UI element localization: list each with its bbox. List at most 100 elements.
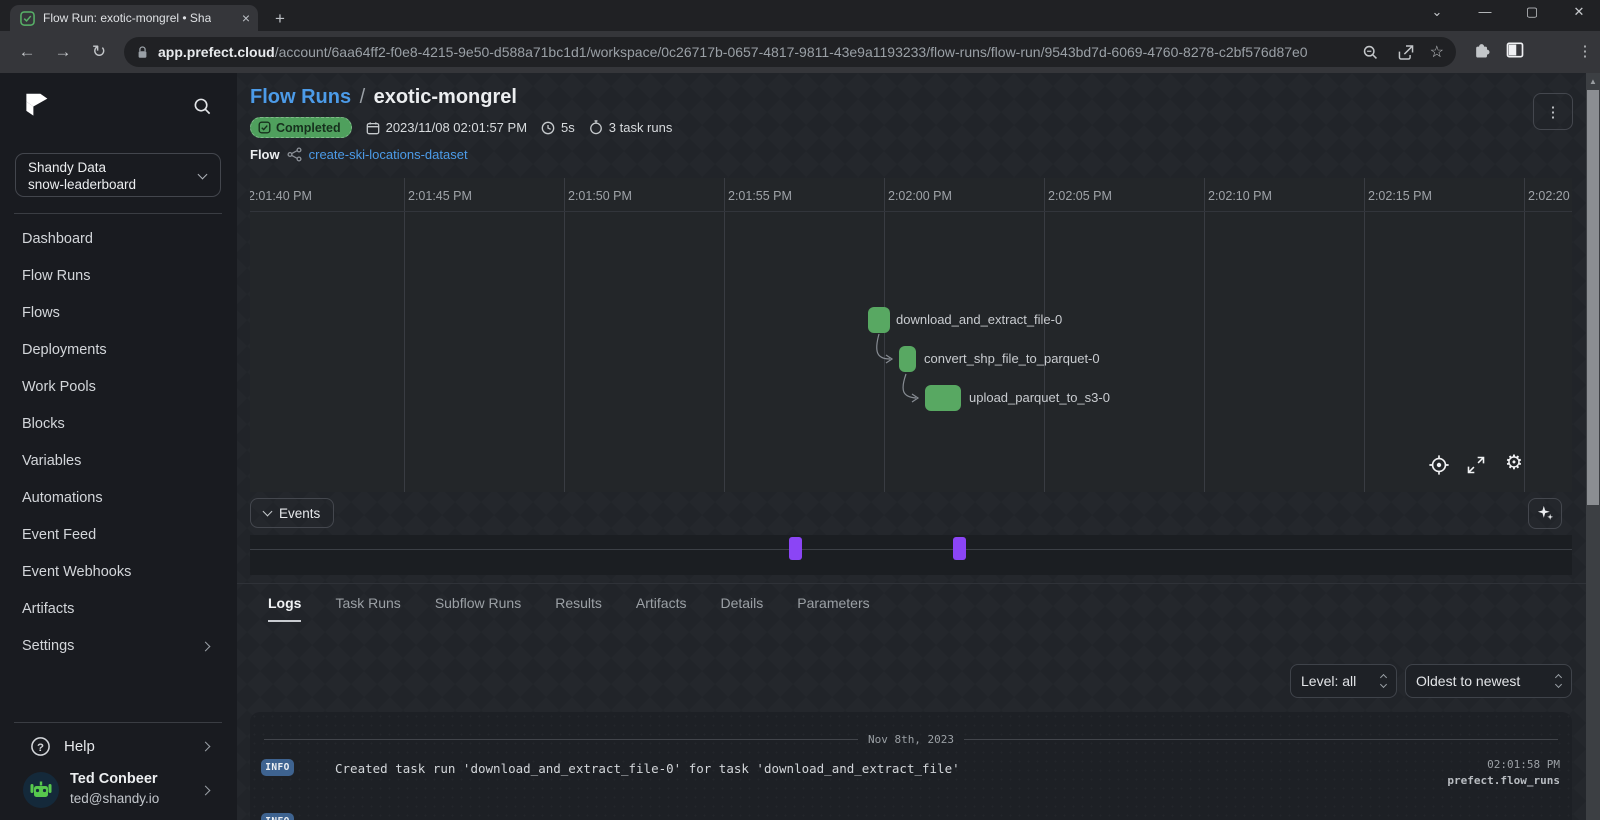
- sidebar-item-flows[interactable]: Flows: [0, 295, 237, 332]
- log-level-badge: INFO: [261, 759, 294, 776]
- chevron-down-icon: [263, 507, 273, 517]
- flow-label: Flow: [250, 147, 280, 162]
- sidebar-divider: [14, 213, 222, 214]
- share-icon[interactable]: [1397, 44, 1415, 61]
- help-label: Help: [64, 738, 95, 755]
- address-bar[interactable]: app.prefect.cloud/account/6aa64ff2-f0e8-…: [124, 37, 1456, 67]
- maximize-icon[interactable]: ▢: [1519, 4, 1545, 20]
- scroll-up-icon[interactable]: ▲: [1586, 73, 1600, 86]
- events-sparkles-button[interactable]: [1528, 498, 1562, 529]
- help-item[interactable]: ? Help: [0, 729, 237, 765]
- sidebar-item-dashboard[interactable]: Dashboard: [0, 221, 237, 258]
- log-date-divider: Nov 8th, 2023: [264, 733, 1558, 745]
- divider-line: [964, 739, 1558, 740]
- status-label: Completed: [276, 121, 341, 135]
- task-label: convert_shp_file_to_parquet-0: [924, 351, 1100, 366]
- help-icon: ?: [30, 736, 51, 757]
- extensions-icon[interactable]: [1472, 40, 1496, 64]
- page-title: exotic-mongrel: [374, 86, 517, 108]
- breadcrumb: Flow Runs / exotic-mongrel: [250, 86, 517, 109]
- browser-tab-strip: Flow Run: exotic-mongrel • Shan × + ⌄ — …: [0, 0, 1600, 31]
- events-label: Events: [279, 506, 320, 521]
- browser-menu-icon[interactable]: ⋮: [1572, 39, 1598, 65]
- sidebar-item-work-pools[interactable]: Work Pools: [0, 369, 237, 406]
- back-icon[interactable]: ←: [14, 39, 40, 65]
- workspace-switcher[interactable]: Shandy Data snow-leaderboard: [15, 153, 221, 197]
- tab-task-runs[interactable]: Task Runs: [335, 595, 400, 622]
- tab-search-icon[interactable]: ⌄: [1424, 4, 1450, 20]
- user-email: ted@shandy.io: [70, 791, 159, 806]
- sidebar-item-artifacts[interactable]: Artifacts: [0, 591, 237, 628]
- task-node-convert-shp-file-to-parquet[interactable]: [899, 346, 916, 372]
- task-label: download_and_extract_file-0: [896, 312, 1062, 327]
- log-date-text: Nov 8th, 2023: [868, 733, 954, 746]
- window-close-icon[interactable]: ✕: [1566, 4, 1592, 20]
- completed-check-icon: [258, 121, 271, 134]
- sidebar-item-event-webhooks[interactable]: Event Webhooks: [0, 554, 237, 591]
- log-level-select[interactable]: Level: all: [1290, 664, 1397, 698]
- reload-icon[interactable]: ↻: [86, 39, 112, 65]
- event-marker[interactable]: [789, 537, 802, 560]
- recenter-target-icon[interactable]: [1428, 454, 1450, 476]
- run-duration-text: 5s: [561, 120, 575, 135]
- main-content: Flow Runs / exotic-mongrel ⋮ Completed 2…: [237, 73, 1586, 820]
- sidebar-item-variables[interactable]: Variables: [0, 443, 237, 480]
- tab-close-icon[interactable]: ×: [242, 10, 250, 26]
- breadcrumb-flow-runs-link[interactable]: Flow Runs: [250, 86, 351, 108]
- task-run-count-text: 3 task runs: [609, 120, 673, 135]
- profile-avatar[interactable]: [1538, 39, 1564, 65]
- tab-parameters[interactable]: Parameters: [797, 595, 869, 622]
- log-time: 02:01:58 PM: [1487, 758, 1560, 771]
- breadcrumb-separator: /: [356, 86, 370, 108]
- tab-details[interactable]: Details: [720, 595, 763, 622]
- chevron-right-icon: [201, 742, 211, 752]
- logs-panel: Nov 8th, 2023 INFO Created task run 'dow…: [250, 712, 1572, 820]
- tab-logs[interactable]: Logs: [268, 595, 301, 622]
- new-tab-button[interactable]: +: [268, 7, 292, 31]
- tab-subflow-runs[interactable]: Subflow Runs: [435, 595, 521, 622]
- sidebar-item-automations[interactable]: Automations: [0, 480, 237, 517]
- task-runs-icon: [589, 120, 603, 135]
- user-menu[interactable]: Ted Conbeer ted@shandy.io: [0, 767, 237, 819]
- task-node-download-and-extract-file[interactable]: [868, 307, 890, 333]
- zoom-page-icon[interactable]: [1362, 44, 1379, 61]
- log-sort-value: Oldest to newest: [1416, 673, 1520, 689]
- log-sort-select[interactable]: Oldest to newest: [1405, 664, 1572, 698]
- task-node-upload-parquet-to-s3[interactable]: [925, 385, 961, 411]
- sidebar-item-blocks[interactable]: Blocks: [0, 406, 237, 443]
- sidebar-item-event-feed[interactable]: Event Feed: [0, 517, 237, 554]
- sidebar-item-label: Settings: [22, 638, 74, 654]
- search-icon[interactable]: [193, 97, 212, 116]
- page-scrollbar[interactable]: ▲: [1586, 73, 1600, 820]
- side-panel-icon[interactable]: [1505, 40, 1529, 64]
- browser-tab[interactable]: Flow Run: exotic-mongrel • Shan ×: [10, 5, 258, 31]
- scrollbar-thumb[interactable]: [1587, 90, 1599, 505]
- sidebar-item-flow-runs[interactable]: Flow Runs: [0, 258, 237, 295]
- fullscreen-expand-icon[interactable]: [1466, 455, 1486, 475]
- workspace-org: Shandy Data: [28, 159, 208, 176]
- log-level-value: Level: all: [1301, 673, 1356, 689]
- forward-icon[interactable]: →: [50, 39, 76, 65]
- event-marker[interactable]: [953, 537, 966, 560]
- flow-icon: [287, 147, 302, 162]
- sidebar-item-deployments[interactable]: Deployments: [0, 332, 237, 369]
- log-level-badge: INFO: [261, 813, 294, 820]
- minimize-icon[interactable]: —: [1472, 4, 1498, 19]
- events-toggle-button[interactable]: Events: [250, 498, 334, 528]
- divider-line: [264, 739, 858, 740]
- sidebar-item-settings[interactable]: Settings: [0, 628, 237, 665]
- events-axis-line: [250, 549, 1572, 550]
- task-label: upload_parquet_to_s3-0: [969, 390, 1110, 405]
- status-badge: Completed: [250, 117, 352, 138]
- tab-results[interactable]: Results: [555, 595, 602, 622]
- clock-icon: [541, 121, 555, 135]
- chart-settings-gear-icon[interactable]: ⚙: [1505, 450, 1523, 475]
- prefect-logo[interactable]: [22, 91, 50, 121]
- tab-artifacts[interactable]: Artifacts: [636, 595, 687, 622]
- flow-run-menu-button[interactable]: ⋮: [1533, 93, 1573, 130]
- chevron-right-icon: [201, 786, 211, 796]
- flow-name-link[interactable]: create-ski-locations-dataset: [309, 147, 468, 162]
- bookmark-star-icon[interactable]: ☆: [1430, 42, 1444, 62]
- prefect-app: Shandy Data snow-leaderboard Dashboard F…: [0, 73, 1600, 820]
- run-duration: 5s: [541, 120, 575, 135]
